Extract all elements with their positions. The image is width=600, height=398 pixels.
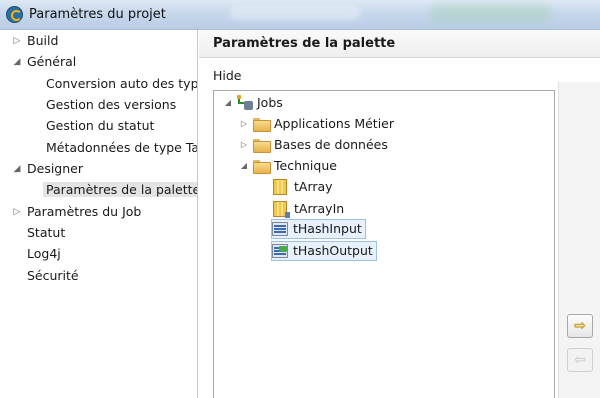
hash-output-icon <box>272 244 288 258</box>
sidebar-item-label: Designer <box>27 161 83 176</box>
expanded-arrow-icon[interactable]: ◢ <box>222 93 234 113</box>
jobs-icon <box>237 95 253 111</box>
hash-input-icon <box>272 222 288 236</box>
collapsed-arrow-icon[interactable]: ▷ <box>238 114 250 134</box>
sidebar-item-metadata[interactable]: Métadonnées de type Tal <box>46 138 198 158</box>
component-icon <box>273 201 290 218</box>
folder-icon <box>253 160 271 174</box>
tree-node-tarrayin[interactable]: tArrayIn <box>273 199 344 219</box>
sidebar-item-label: Statut <box>27 225 66 240</box>
tree-node-thashinput[interactable]: tHashInput <box>271 219 366 239</box>
hide-label: Hide <box>213 68 242 83</box>
sidebar-item-label: Paramètres du Job <box>27 204 142 219</box>
talend-app-icon <box>6 6 23 23</box>
sidebar-item-build[interactable]: ▷ Build <box>12 31 59 51</box>
sidebar-item-status-management[interactable]: Gestion du statut <box>46 116 154 136</box>
move-buttons-panel: ⇨ ⇦ <box>558 82 600 398</box>
tree-node-label: tArray <box>294 179 333 194</box>
tree-node-label: tHashOutput <box>293 243 373 258</box>
tree-node-label: Jobs <box>257 95 283 110</box>
tree-node-label: tHashInput <box>293 221 362 236</box>
sidebar-item-conversion[interactable]: Conversion auto des type <box>46 74 198 94</box>
expanded-arrow-icon[interactable]: ◢ <box>12 159 22 179</box>
page-title: Paramètres de la palette <box>199 30 600 58</box>
folder-icon <box>253 118 271 132</box>
component-icon <box>273 179 287 195</box>
hidden-components-tree[interactable]: ◢ Jobs ▷ Applications Métier ▷ Bases de … <box>213 90 555 398</box>
sidebar-item-palette-settings[interactable]: Paramètres de la palette <box>43 180 197 200</box>
sidebar-item-label: Log4j <box>27 246 61 261</box>
arrow-left-icon: ⇦ <box>574 352 586 368</box>
tree-node-label: Applications Métier <box>274 116 395 131</box>
collapsed-arrow-icon[interactable]: ▷ <box>238 135 250 155</box>
sidebar-item-label: Gestion des versions <box>46 97 177 112</box>
tree-node-technique[interactable]: ◢ Technique <box>238 156 337 176</box>
sidebar-item-label: Gestion du statut <box>46 118 155 133</box>
sidebar-item-job-settings[interactable]: ▷ Paramètres du Job <box>12 202 142 222</box>
sidebar-item-label: Paramètres de la palette <box>43 182 197 197</box>
palette-settings-panel: Paramètres de la palette Hide ◢ Jobs ▷ A… <box>199 30 600 398</box>
sidebar-item-security[interactable]: Sécurité <box>27 266 79 286</box>
blurred-background <box>230 6 360 20</box>
tree-node-databases[interactable]: ▷ Bases de données <box>238 135 388 155</box>
sidebar-item-general[interactable]: ◢ Général <box>12 52 77 72</box>
tree-node-label: tArrayIn <box>294 201 345 216</box>
blurred-background <box>430 4 550 22</box>
sidebar-item-versions[interactable]: Gestion des versions <box>46 95 176 115</box>
window-title: Paramètres du projet <box>29 7 166 22</box>
tree-node-label: Technique <box>274 158 337 173</box>
sidebar-item-designer[interactable]: ◢ Designer <box>12 159 83 179</box>
preferences-navigation-tree: ▷ Build ◢ Général Conversion auto des ty… <box>0 30 198 398</box>
expanded-arrow-icon[interactable]: ◢ <box>238 156 250 176</box>
sidebar-item-label: Build <box>27 33 59 48</box>
move-right-button[interactable]: ⇨ <box>567 314 593 338</box>
folder-icon <box>253 139 271 153</box>
tree-node-tarray[interactable]: tArray <box>273 177 333 197</box>
sidebar-item-label: Métadonnées de type Tal <box>46 140 198 155</box>
tree-node-label: Bases de données <box>274 137 388 152</box>
sidebar-item-status[interactable]: Statut <box>27 223 65 243</box>
move-left-button[interactable]: ⇦ <box>567 348 593 372</box>
tree-node-thashoutput[interactable]: tHashOutput <box>271 241 377 261</box>
tree-node-jobs[interactable]: ◢ Jobs <box>222 93 283 113</box>
sidebar-item-label: Conversion auto des type <box>46 76 198 91</box>
sidebar-item-label: Sécurité <box>27 268 79 283</box>
sidebar-item-label: Général <box>27 54 77 69</box>
arrow-right-icon: ⇨ <box>574 318 586 334</box>
expanded-arrow-icon[interactable]: ◢ <box>12 52 22 72</box>
collapsed-arrow-icon[interactable]: ▷ <box>12 202 22 222</box>
sidebar-item-log4j[interactable]: Log4j <box>27 244 61 264</box>
title-bar: Paramètres du projet <box>0 0 600 30</box>
tree-node-business-applications[interactable]: ▷ Applications Métier <box>238 114 394 134</box>
collapsed-arrow-icon[interactable]: ▷ <box>12 31 22 51</box>
